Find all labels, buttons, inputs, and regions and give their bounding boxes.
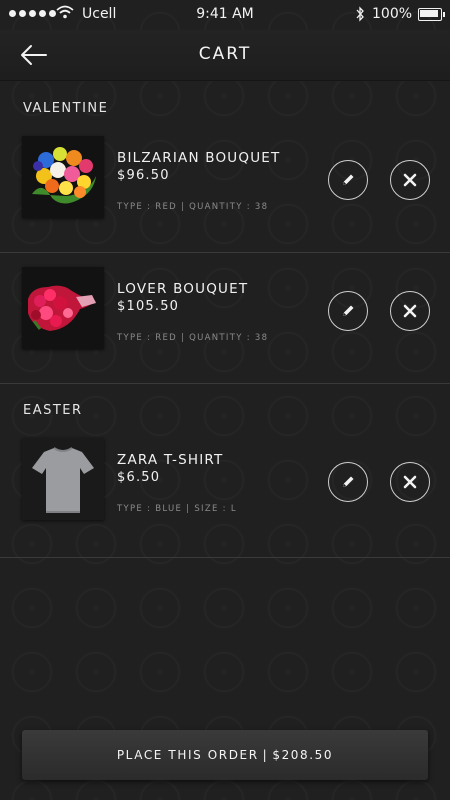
section-title: VALENTINE	[23, 101, 109, 116]
product-image	[22, 136, 104, 218]
place-order-label: PLACE THIS ORDER	[116, 748, 259, 762]
close-icon	[403, 304, 417, 318]
cart-item[interactable]: LOVER BOUQUET $105.50 TYPE : RED | QUANT…	[0, 253, 450, 384]
cart-section: EASTER ZARA T-SHIRT $6.50 TYPE : BLUE | …	[0, 384, 450, 558]
edit-item-button[interactable]	[328, 291, 368, 331]
item-price: $6.50	[117, 470, 161, 485]
cart-section: VALENTINE BILZARIAN BOUQUET $96.50 TYPE …	[0, 80, 450, 384]
item-name: BILZARIAN BOUQUET	[117, 150, 281, 166]
item-name: LOVER BOUQUET	[117, 281, 249, 297]
cart-list: VALENTINE BILZARIAN BOUQUET $96.50 TYPE …	[0, 80, 450, 558]
pencil-icon	[343, 476, 354, 487]
place-order-separator: |	[262, 748, 269, 762]
product-image	[22, 438, 104, 520]
remove-item-button[interactable]	[390, 462, 430, 502]
battery-icon	[418, 8, 445, 21]
navigation-bar: CART	[0, 30, 450, 81]
item-price: $105.50	[117, 299, 180, 314]
close-icon	[403, 173, 417, 187]
order-total: $208.50	[272, 748, 334, 762]
cart-item[interactable]: BILZARIAN BOUQUET $96.50 TYPE : RED | QU…	[0, 122, 450, 253]
pencil-icon	[343, 305, 354, 316]
battery-percentage: 100%	[372, 6, 413, 22]
item-details: TYPE : RED | QUANTITY : 38	[117, 333, 269, 343]
section-title: EASTER	[23, 403, 83, 418]
cart-item[interactable]: ZARA T-SHIRT $6.50 TYPE : BLUE | SIZE : …	[0, 424, 450, 558]
item-details: TYPE : RED | QUANTITY : 38	[117, 202, 269, 212]
item-price: $96.50	[117, 168, 170, 183]
close-icon	[403, 475, 417, 489]
edit-item-button[interactable]	[328, 462, 368, 502]
item-details: TYPE : BLUE | SIZE : L	[117, 504, 237, 514]
page-title: CART	[198, 44, 252, 64]
edit-item-button[interactable]	[328, 160, 368, 200]
status-bar: Ucell 9:41 AM 100%	[0, 0, 450, 30]
pencil-icon	[343, 174, 354, 185]
remove-item-button[interactable]	[390, 291, 430, 331]
item-name: ZARA T-SHIRT	[117, 452, 224, 468]
product-image	[22, 267, 104, 349]
bluetooth-icon	[356, 6, 364, 22]
place-order-button[interactable]: PLACE THIS ORDER | $208.50	[22, 730, 428, 780]
remove-item-button[interactable]	[390, 160, 430, 200]
